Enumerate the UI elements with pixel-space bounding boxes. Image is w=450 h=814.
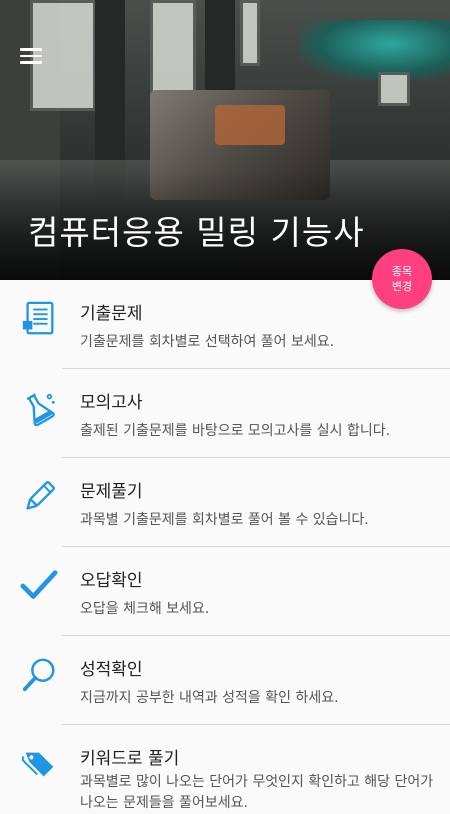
menu-item-description: 지금까지 공부한 내역과 성적을 확인 하세요. — [80, 690, 339, 706]
menu-item-description: 과목별로 많이 나오는 단어가 무엇인지 확인하고 해당 단어가 나오는 문제들… — [80, 774, 434, 811]
menu-item-mock-exam[interactable]: 모의고사 출제된 기출문제를 바탕으로 모의고사를 실시 합니다. — [0, 369, 450, 458]
menu-item-label: 성적확인 — [80, 660, 143, 680]
menu-item-label: 기출문제 — [80, 304, 143, 324]
menu-item-label: 오답확인 — [80, 571, 143, 591]
menu-item-description: 기출문제를 회차별로 선택하여 풀어 보세요. — [80, 334, 335, 350]
tag-icon — [21, 752, 54, 777]
menu-item-description: 과목별 기출문제를 회차별로 풀어 볼 수 있습니다. — [80, 512, 369, 528]
checkmark-icon — [20, 570, 58, 599]
menu-item-solve-problems[interactable]: 문제풀기 과목별 기출문제를 회차별로 풀어 볼 수 있습니다. — [0, 458, 450, 547]
menu-item-description: 출제된 기출문제를 바탕으로 모의고사를 실시 합니다. — [80, 423, 391, 439]
menu-item-keyword-solve[interactable]: 키워드로 풀기 과목별로 많이 나오는 단어가 무엇인지 확인하고 해당 단어가… — [0, 725, 450, 814]
magnifier-icon — [22, 658, 55, 692]
menu-item-label: 키워드로 풀기 — [80, 749, 180, 769]
menu-item-check-scores[interactable]: 성적확인 지금까지 공부한 내역과 성적을 확인 하세요. — [0, 636, 450, 725]
change-subject-button[interactable]: 종목 변경 — [372, 249, 432, 309]
hamburger-menu-icon[interactable] — [20, 48, 42, 66]
menu-item-label: 문제풀기 — [80, 482, 143, 502]
main-menu-list: 기출문제 기출문제를 회차별로 선택하여 풀어 보세요. 모의고사 출제된 기출… — [0, 280, 450, 814]
page-title: 컴퓨터응용 밀링 기능사 — [28, 213, 365, 252]
flask-icon — [26, 393, 55, 427]
change-subject-label-line2: 변경 — [391, 280, 413, 293]
change-subject-label-line1: 종목 — [391, 265, 413, 278]
menu-item-label: 모의고사 — [80, 393, 143, 413]
document-icon — [22, 301, 54, 335]
menu-item-wrong-answers[interactable]: 오답확인 오답을 체크해 보세요. — [0, 547, 450, 636]
pencil-icon — [26, 480, 56, 510]
menu-item-description: 오답을 체크해 보세요. — [80, 601, 210, 617]
